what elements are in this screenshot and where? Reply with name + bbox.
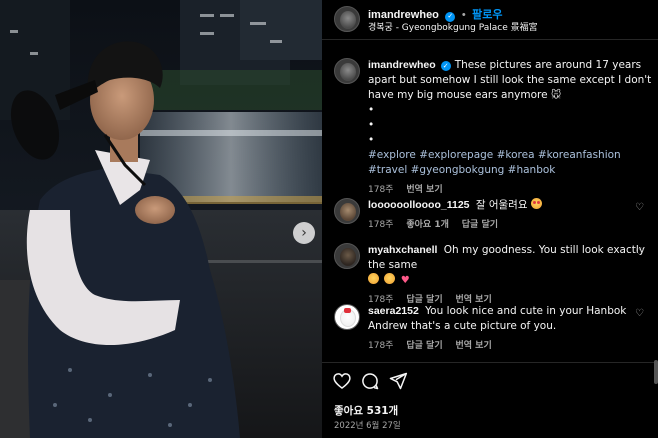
hashtag-link[interactable]: #korea <box>497 149 535 161</box>
next-image-button[interactable]: › <box>293 222 315 244</box>
post-date[interactable]: 2022년 6월 27일 <box>334 419 401 431</box>
comment-body: loooooolloooo_1125 잘 어울려요 178주 좋아요 1개 답글… <box>368 198 652 233</box>
comment-likes-count[interactable]: 좋아요 1개 <box>406 220 449 230</box>
likes-count[interactable]: 좋아요 531개 <box>334 403 398 418</box>
crying-face-emoji-icon <box>368 273 379 284</box>
hashtag-link[interactable]: #travel <box>368 164 407 176</box>
post-photo: › <box>0 0 322 438</box>
heart-eyes-emoji-icon <box>530 198 542 209</box>
commenter-avatar[interactable] <box>334 304 360 330</box>
comment-icon[interactable] <box>360 371 380 391</box>
comments-list[interactable]: imandrewheo ✓ These pictures are around 17… <box>322 50 658 360</box>
mouse-emoji-icon: 🐭 <box>550 90 562 101</box>
reply-button[interactable]: 답글 달기 <box>406 341 442 351</box>
commenter-avatar[interactable] <box>334 198 360 224</box>
scrollbar[interactable] <box>654 360 658 384</box>
hashtag-link[interactable]: #gyeongbokgung <box>411 164 505 176</box>
caption-avatar[interactable] <box>334 58 360 84</box>
commenter-username[interactable]: saera2152 <box>368 305 419 317</box>
caption-bullet: • <box>368 119 375 131</box>
translate-button[interactable]: 번역 보기 <box>406 185 442 195</box>
comment-meta: 178주 답글 달기 번역 보기 <box>368 339 652 354</box>
like-comment-heart-icon[interactable]: ♡ <box>635 202 646 213</box>
hashtag-link[interactable]: #hanbok <box>508 164 556 176</box>
comment-text: 잘 어울려요 <box>475 199 528 211</box>
comment-body: myahxchanell Oh my goodness. You still l… <box>368 243 652 308</box>
crying-face-emoji-icon <box>384 273 396 284</box>
translate-button[interactable]: 번역 보기 <box>455 341 491 351</box>
heart-emoji-icon: ♥ <box>400 275 410 286</box>
hashtag-link[interactable]: #explore <box>368 149 416 161</box>
post-panel: imandrewheo ✓ • 팔로우 경복궁 - Gyeongbokgung … <box>322 0 658 438</box>
caption-bullet: • <box>368 104 375 116</box>
share-icon[interactable] <box>388 371 408 391</box>
caption-time[interactable]: 178주 <box>368 185 393 195</box>
post-header: imandrewheo ✓ • 팔로우 경복궁 - Gyeongbokgung … <box>322 0 658 40</box>
post-location[interactable]: 경복궁 - Gyeongbokgung Palace 景福宮 <box>368 20 538 33</box>
hashtag-link[interactable]: #explorepage <box>419 149 493 161</box>
comment-time[interactable]: 178주 <box>368 341 393 351</box>
post-actions: 좋아요 531개 2022년 6월 27일 <box>322 362 658 438</box>
like-comment-heart-icon[interactable]: ♡ <box>635 308 646 319</box>
comment-meta: 178주 좋아요 1개 답글 달기 <box>368 218 652 233</box>
comment-body: saera2152 You look nice and cute in your… <box>368 304 652 354</box>
hashtag-list: #explore #explorepage #korea #koreanfash… <box>368 148 652 178</box>
heart-icon[interactable] <box>332 371 352 391</box>
caption-username[interactable]: imandrewheo <box>368 59 436 71</box>
commenter-username[interactable]: myahxchanell <box>368 244 437 256</box>
commenter-avatar[interactable] <box>334 243 360 269</box>
hashtag-link[interactable]: #koreanfashion <box>538 149 621 161</box>
commenter-username[interactable]: loooooolloooo_1125 <box>368 199 470 211</box>
like-comment-heart-icon[interactable]: ♡ <box>635 247 646 258</box>
author-avatar[interactable] <box>334 6 360 32</box>
caption-bullet: • <box>368 134 375 146</box>
caption-meta: 178주 번역 보기 <box>368 183 652 198</box>
verified-badge-icon: ✓ <box>440 61 451 71</box>
photo-scene <box>0 0 322 438</box>
caption-body: imandrewheo ✓ These pictures are around 17… <box>368 58 652 198</box>
reply-button[interactable]: 답글 달기 <box>462 220 498 230</box>
comment-time[interactable]: 178주 <box>368 220 393 230</box>
